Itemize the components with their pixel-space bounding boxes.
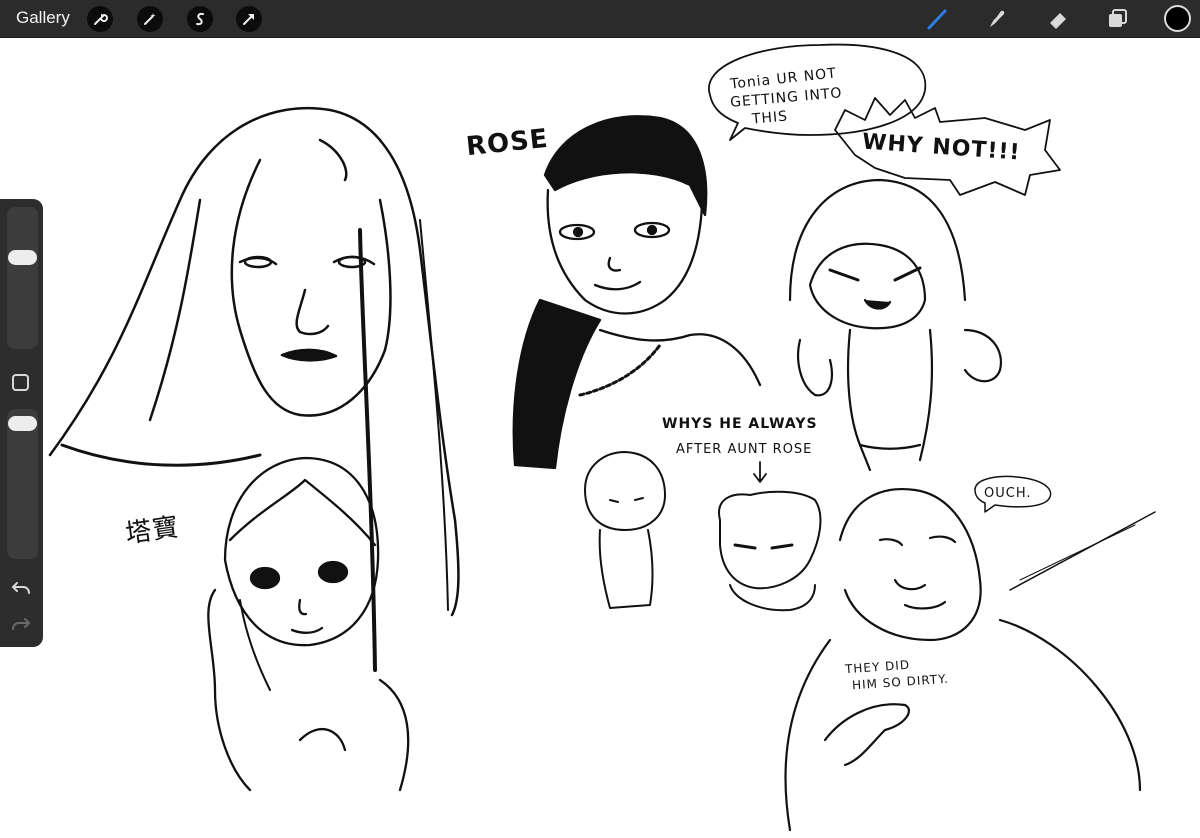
small-chibi-sketches xyxy=(584,451,822,612)
drawing-canvas[interactable]: ROSE 塔寶 Tonia UR NOT GETTING INTO THIS W… xyxy=(0,38,1200,838)
bubble-text-3: THIS xyxy=(751,108,789,128)
side-toolbar xyxy=(0,199,43,647)
selection-icon[interactable] xyxy=(187,6,213,32)
brush-icon[interactable] xyxy=(924,5,952,33)
child-portrait-sketch xyxy=(207,456,410,792)
crying-figure-sketch xyxy=(784,488,1156,832)
layers-icon[interactable] xyxy=(1104,5,1132,33)
caption-whys-2: AFTER AUNT ROSE xyxy=(676,442,813,457)
label-ouch: OUCH. xyxy=(984,486,1032,501)
angry-chibi-sketch xyxy=(788,178,1003,472)
gallery-button[interactable]: Gallery xyxy=(16,8,70,28)
sketch-drawing xyxy=(48,43,1156,832)
arrow-down xyxy=(753,461,767,483)
wrench-icon[interactable] xyxy=(87,6,113,32)
label-chinese-name: 塔寶 xyxy=(123,512,182,550)
brush-size-slider[interactable] xyxy=(7,207,38,349)
magic-wand-icon[interactable] xyxy=(137,6,163,32)
transform-arrow-icon[interactable] xyxy=(236,6,262,32)
opacity-thumb[interactable] xyxy=(8,416,37,431)
smudge-icon[interactable] xyxy=(983,5,1011,33)
caption-whys-1: WHYS HE ALWAYS xyxy=(662,416,818,432)
top-toolbar: Gallery xyxy=(0,0,1200,38)
opacity-slider[interactable] xyxy=(7,409,38,559)
modify-button[interactable] xyxy=(12,374,29,391)
color-picker-swatch[interactable] xyxy=(1164,5,1191,32)
brush-size-thumb[interactable] xyxy=(8,250,37,265)
eraser-icon[interactable] xyxy=(1044,5,1072,33)
redo-icon[interactable] xyxy=(10,613,32,635)
undo-icon[interactable] xyxy=(10,577,32,599)
